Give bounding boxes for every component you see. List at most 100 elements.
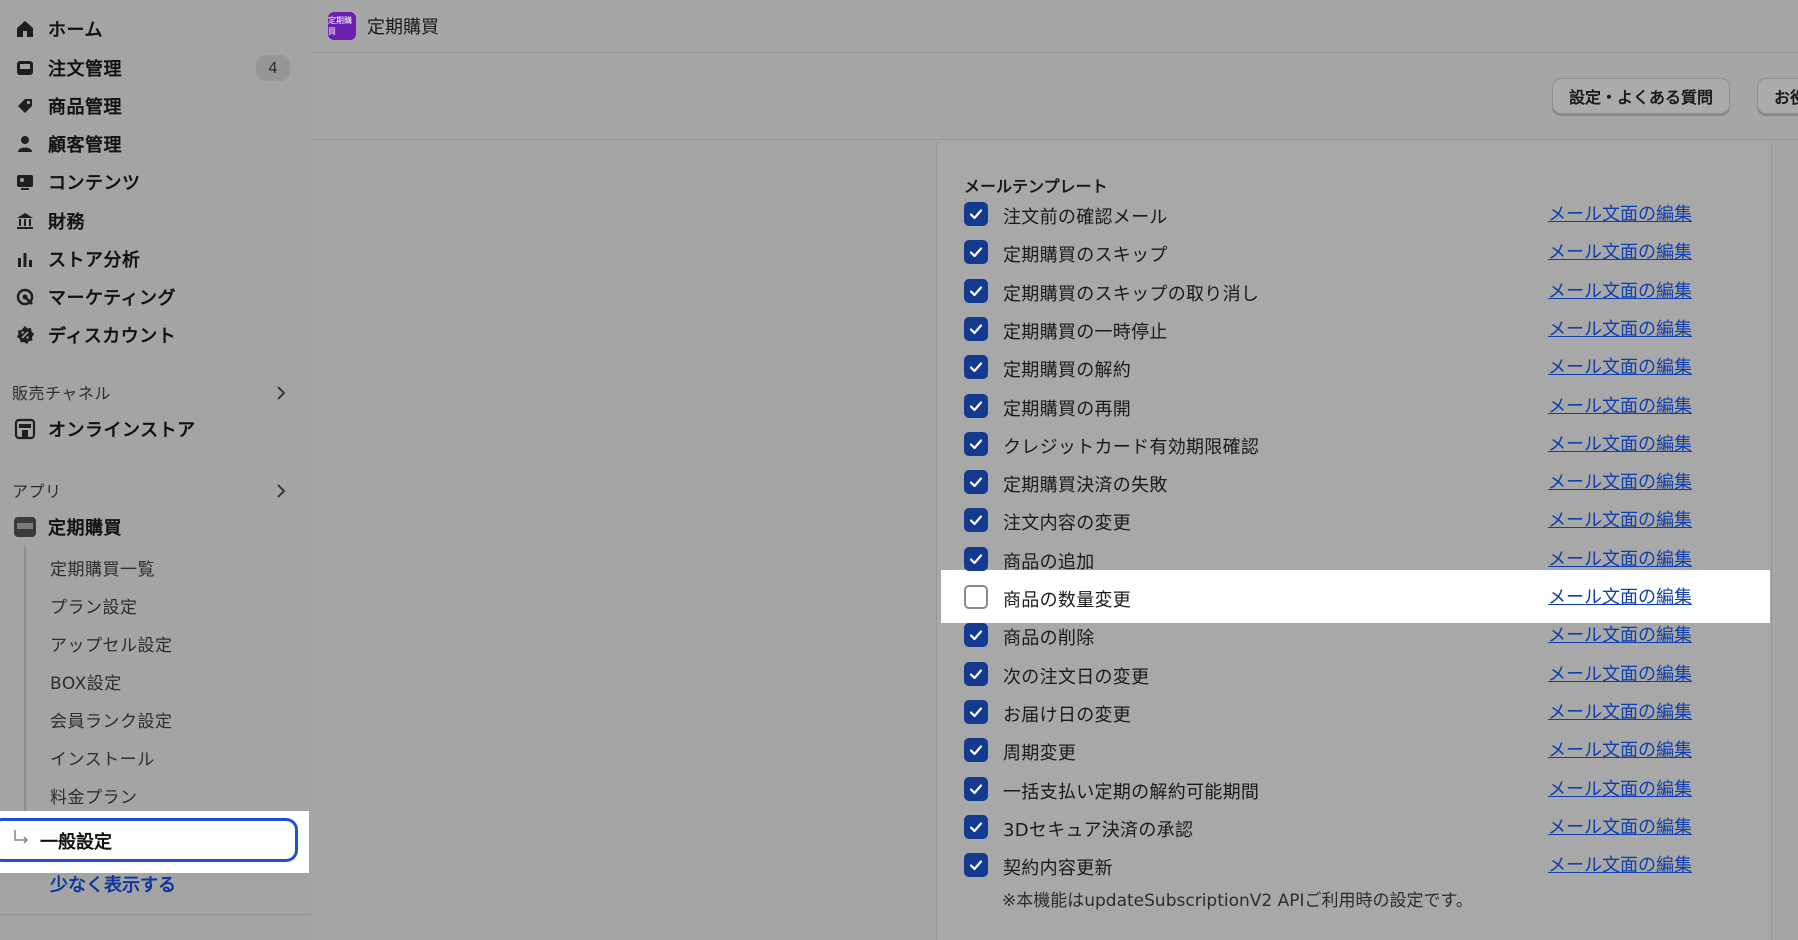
checkmark-icon: [969, 477, 983, 488]
checkmark-icon: [969, 362, 983, 373]
checkbox[interactable]: [964, 278, 988, 303]
checkbox-label: 定期購買決済の失敗: [1003, 475, 1168, 497]
edit-mail-link[interactable]: メール文面の編集: [1548, 200, 1692, 226]
checkmark-icon: [969, 554, 983, 564]
checkbox[interactable]: [964, 853, 988, 878]
nav-label: 定期購買: [48, 518, 122, 539]
edit-mail-link[interactable]: メール文面の編集: [1548, 468, 1692, 494]
nav-online-store[interactable]: オンラインストア: [12, 413, 196, 445]
checkmark-icon: [969, 822, 983, 832]
edit-mail-link[interactable]: メール文面の編集: [1548, 506, 1692, 532]
edit-mail-link[interactable]: メール文面の編集: [1548, 353, 1692, 379]
nav-content[interactable]: コンテンツ: [12, 166, 141, 198]
sub-nav-general-settings[interactable]: 一般設定: [40, 828, 112, 854]
nav-app-subscription[interactable]: 定期購買: [12, 511, 122, 543]
checkbox[interactable]: [964, 316, 988, 341]
nav-label: マーケティング: [48, 288, 177, 309]
checkbox[interactable]: [964, 202, 988, 226]
active-nav-highlight: 一般設定: [0, 811, 309, 873]
checkbox-label: 定期購買の一時停止: [1003, 321, 1168, 343]
checkbox-label: 商品の数量変更: [1003, 590, 1132, 611]
edit-mail-link[interactable]: メール文面の編集: [1548, 583, 1692, 609]
checkbox[interactable]: [964, 661, 988, 686]
mail-template-row: 商品の数量変更 メール文面の編集: [964, 579, 1704, 615]
nav-orders[interactable]: 注文管理: [12, 52, 122, 84]
app-header: 定期購買 定期購買: [311, 0, 1798, 53]
checkmark-icon: [969, 209, 983, 220]
checkmark-icon: [969, 400, 983, 411]
apps-heading: アプリ: [12, 482, 62, 501]
sub-nav-box-settings[interactable]: BOX設定: [50, 669, 122, 694]
checkbox-label: 商品の削除: [1003, 628, 1095, 650]
checkbox-label: 契約内容更新: [1003, 858, 1113, 880]
sub-nav-upsell-settings[interactable]: アップセル設定: [50, 631, 173, 656]
app-logo: 定期購買: [328, 12, 356, 40]
checkbox[interactable]: [964, 393, 988, 418]
edit-mail-link[interactable]: メール文面の編集: [1548, 621, 1692, 647]
person-icon: [12, 131, 38, 157]
checkbox[interactable]: [964, 738, 988, 763]
sub-nav-pricing[interactable]: 料金プラン: [50, 783, 138, 808]
page-toolbar: 設定・よくある質問 お役: [311, 53, 1798, 140]
edit-mail-link[interactable]: メール文面の編集: [1548, 430, 1692, 456]
checkbox[interactable]: [964, 508, 988, 533]
nav-discounts[interactable]: ディスカウント: [12, 319, 176, 351]
nav-analytics[interactable]: ストア分析: [12, 243, 141, 275]
checkbox[interactable]: [964, 355, 988, 380]
bar-chart-icon: [12, 246, 38, 272]
nav-finance[interactable]: 財務: [12, 205, 85, 237]
nav-label: 財務: [48, 212, 85, 233]
mail-template-row: 定期購買の解約 メール文面の編集: [964, 349, 1704, 385]
checkbox[interactable]: [964, 240, 988, 265]
sub-nav-subscription-list[interactable]: 定期購買一覧: [50, 555, 155, 580]
checkbox[interactable]: [964, 585, 988, 609]
checkbox[interactable]: [964, 431, 988, 456]
edit-mail-link[interactable]: メール文面の編集: [1548, 392, 1692, 418]
checkbox[interactable]: [964, 546, 988, 571]
sub-nav-plan-settings[interactable]: プラン設定: [50, 593, 138, 618]
mail-template-row: 定期購買の再開 メール文面の編集: [964, 388, 1704, 424]
checkmark-icon: [969, 285, 983, 296]
nav-customers[interactable]: 顧客管理: [12, 128, 122, 160]
footnote: ※本機能はupdateSubscriptionV2 APIご利用時の設定です。: [1002, 891, 1473, 911]
faq-button[interactable]: 設定・よくある質問: [1552, 78, 1731, 114]
edit-mail-link[interactable]: メール文面の編集: [1548, 238, 1692, 264]
edit-mail-link[interactable]: メール文面の編集: [1548, 851, 1692, 877]
chevron-right-icon[interactable]: [274, 384, 288, 406]
edit-mail-link[interactable]: メール文面の編集: [1548, 660, 1692, 686]
checkbox-label: 3Dセキュア決済の承認: [1003, 819, 1194, 841]
checkmark-icon: [969, 745, 983, 756]
sub-arrow-icon: [12, 828, 32, 852]
edit-mail-link[interactable]: メール文面の編集: [1548, 813, 1692, 839]
checkmark-icon: [969, 630, 983, 641]
checkbox-label: 注文内容の変更: [1003, 513, 1132, 535]
sub-nav-install[interactable]: インストール: [50, 745, 155, 770]
chevron-right-icon[interactable]: [274, 482, 288, 504]
checkbox[interactable]: [964, 699, 988, 724]
mail-template-row: クレジットカード有効期限確認 メール文面の編集: [964, 426, 1704, 462]
checkmark-icon: [969, 783, 983, 794]
mail-template-row: 商品の削除 メール文面の編集: [964, 617, 1704, 653]
edit-mail-link[interactable]: メール文面の編集: [1548, 775, 1692, 801]
checkbox[interactable]: [964, 623, 988, 648]
sidebar: ホーム 注文管理 4 商品管理 顧客管理 コンテンツ 財務 ストア分析 マーケテ…: [0, 0, 311, 940]
checkmark-icon: [969, 324, 983, 334]
nav-home[interactable]: ホーム: [12, 13, 103, 45]
edit-mail-link[interactable]: メール文面の編集: [1548, 736, 1692, 762]
nav-marketing[interactable]: マーケティング: [12, 281, 176, 313]
sub-nav-member-rank[interactable]: 会員ランク設定: [50, 707, 173, 732]
help-button[interactable]: お役: [1757, 78, 1798, 114]
edit-mail-link[interactable]: メール文面の編集: [1548, 545, 1692, 571]
edit-mail-link[interactable]: メール文面の編集: [1548, 698, 1692, 724]
nav-label: オンラインストア: [48, 420, 196, 441]
checkbox-label: 定期購買のスキップ: [1003, 245, 1168, 267]
edit-mail-link[interactable]: メール文面の編集: [1548, 277, 1692, 303]
checkbox[interactable]: [964, 814, 988, 839]
checkbox[interactable]: [964, 470, 988, 495]
edit-mail-link[interactable]: メール文面の編集: [1548, 315, 1692, 341]
mail-template-row: 次の注文日の変更 メール文面の編集: [964, 656, 1704, 692]
nav-products[interactable]: 商品管理: [12, 90, 122, 122]
checkbox-label: 定期購買の解約: [1003, 360, 1132, 382]
show-less-link[interactable]: 少なく表示する: [50, 871, 176, 897]
checkbox[interactable]: [964, 776, 988, 801]
